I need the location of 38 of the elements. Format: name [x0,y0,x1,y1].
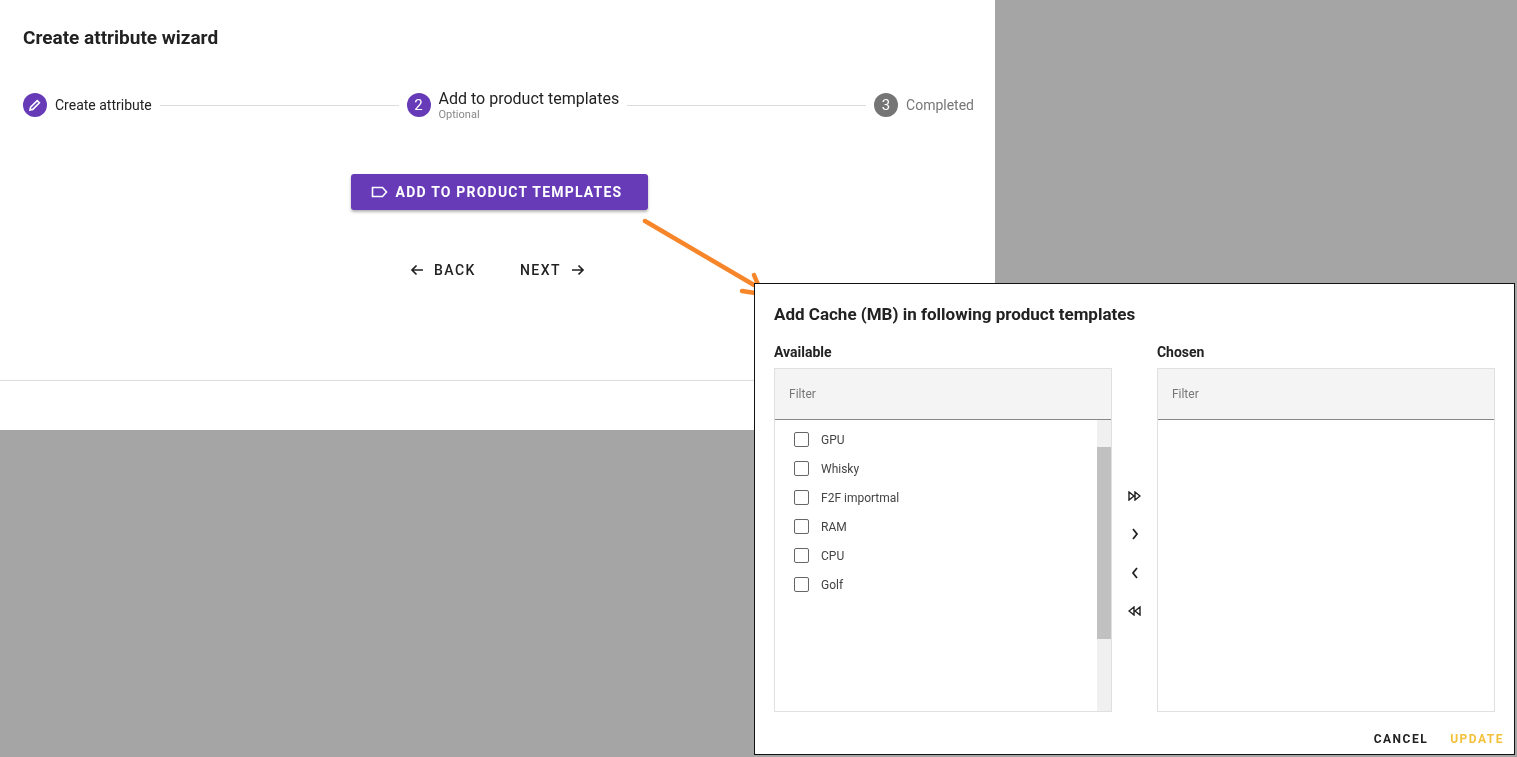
pencil-icon [29,99,41,111]
step-label: Add to product templates [438,89,620,108]
item-label: GPU [821,432,845,447]
add-to-templates-button[interactable]: ADD TO PRODUCT TEMPLATES [350,174,649,210]
step-label: Create attribute [55,97,152,113]
filter-field[interactable]: Filter [1157,369,1494,420]
step-number: 3 [874,93,899,117]
checkbox[interactable] [794,432,809,447]
checkbox[interactable] [794,548,809,563]
chevron-right-icon [1130,527,1139,540]
arrow-left-icon [409,264,424,276]
list-label: Available [774,344,833,362]
scrollbar-thumb[interactable] [1097,447,1112,639]
item-label: CPU [821,548,845,563]
checkbox[interactable] [794,577,809,592]
item-label: Golf [821,577,844,592]
back-button[interactable]: BACK [397,256,488,284]
arrow-right-icon [571,264,586,276]
step-number: 2 [406,93,431,117]
checkbox[interactable] [794,461,809,476]
filter-field[interactable]: Filter [775,369,1112,420]
list-label: Chosen [1156,344,1206,362]
checkbox[interactable] [794,490,809,505]
wizard-title: Create attribute wizard [23,26,220,49]
dialog-title: Add Cache (MB) in following product templates [774,304,1137,324]
step-label: Completed [906,97,974,113]
double-arrow-right-icon [1128,490,1141,501]
label-icon [370,186,388,198]
item-label: F2F importmal [821,490,900,505]
step-sublabel: Optional [438,108,481,121]
double-arrow-left-icon [1128,605,1141,616]
chevron-left-icon [1130,566,1139,579]
next-button[interactable]: NEXT [507,256,598,284]
item-label: Whisky [821,461,860,476]
cancel-button[interactable]: CANCEL [1373,728,1429,750]
item-label: RAM [821,519,847,534]
scrollbar[interactable] [1097,420,1112,711]
checkbox[interactable] [794,519,809,534]
